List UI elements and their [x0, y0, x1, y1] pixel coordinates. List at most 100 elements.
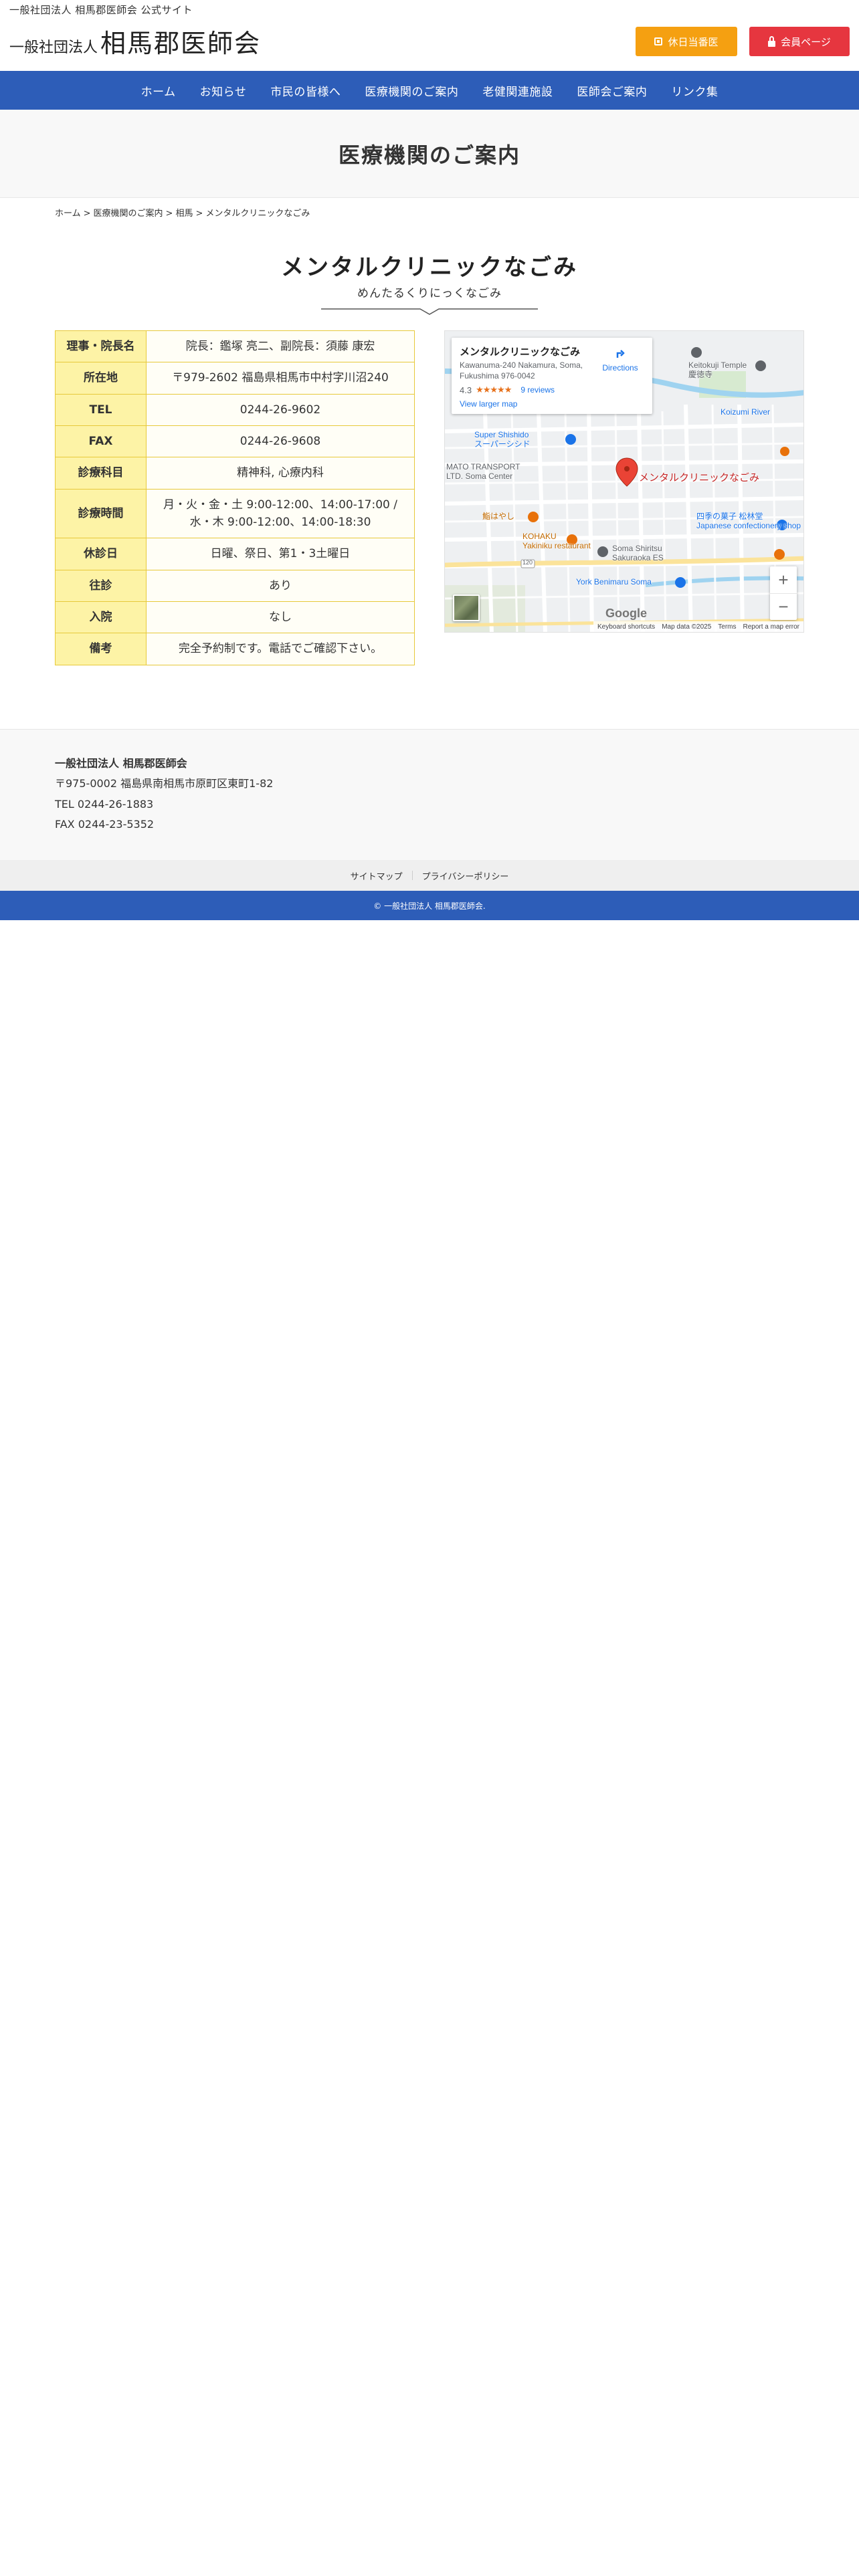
footer-org: 一般社団法人 相馬郡医師会 — [55, 757, 187, 770]
member-button-label: 会員ページ — [781, 35, 831, 48]
table-row: 往診 あり — [55, 569, 415, 603]
footer-address: 〒975-0002 福島県南相馬市原町区東町1-82 — [55, 777, 274, 790]
breadcrumb-home[interactable]: ホーム — [55, 209, 81, 219]
row-value: 0244-26-9608 — [146, 425, 415, 458]
breadcrumb-sep: > — [165, 209, 173, 219]
row-label: 休診日 — [55, 538, 147, 570]
nav-item-association[interactable]: 医師会ご案内 — [565, 82, 659, 99]
map-label-text: Soma Shiritsu — [612, 544, 662, 553]
map-label-text: LTD. Soma Center — [446, 471, 513, 481]
table-row: 診療時間 月・火・金・土 9:00-12:00、14:00-17:00 / 水・木… — [55, 488, 415, 539]
holiday-button-label: 休日当番医 — [668, 35, 719, 48]
footer-fax: FAX 0244-23-5352 — [55, 818, 155, 831]
breadcrumb-soma[interactable]: 相馬 — [175, 209, 193, 219]
holiday-doctor-button[interactable]: 休日当番医 — [636, 27, 737, 56]
logo-small-text: 一般社団法人 — [9, 39, 98, 56]
map-label-text: Super Shishido — [474, 430, 529, 439]
nav-item-links[interactable]: リンク集 — [659, 82, 730, 99]
nav-item-elderly-facilities[interactable]: 老健関連施設 — [470, 82, 565, 99]
breadcrumb-sep: > — [83, 209, 91, 219]
map-label-york: York Benimaru Soma — [576, 577, 652, 586]
satellite-toggle[interactable] — [453, 595, 480, 621]
clinic-name: メンタルクリニックなごみ — [281, 254, 578, 281]
nav-item-news[interactable]: お知らせ — [188, 82, 259, 99]
google-logo: Google — [605, 607, 647, 620]
sitemap-link[interactable]: サイトマップ — [341, 869, 412, 882]
site-tagline: 一般社団法人 相馬郡医師会 公式サイト — [9, 4, 193, 16]
star-icon: ★★★★★ — [476, 385, 512, 395]
directions-label: Directions — [602, 363, 638, 372]
breadcrumb-current: メンタルクリニックなごみ — [205, 209, 310, 219]
map-pin-label[interactable]: メンタルクリニックなごみ — [639, 470, 759, 484]
map-place-card: メンタルクリニックなごみ Kawanuma-240 Nakamura, Soma… — [452, 338, 652, 414]
map-label-restaurant: 鮨はやし — [482, 512, 515, 521]
map-attribution: Keyboard shortcuts Map data ©2025 Terms … — [593, 621, 803, 632]
title-divider — [321, 308, 538, 315]
nav-item-home[interactable]: ホーム — [129, 82, 188, 99]
map-label-route: 120 — [522, 559, 533, 566]
table-row: TEL 0244-26-9602 — [55, 393, 415, 427]
map-label-sakuraoka: Soma Shiritsu Sakuraoka ES — [612, 544, 664, 563]
map-label-super-shishido: Super Shishido スーパーシシド — [474, 430, 531, 449]
map-label-text: KOHAKU — [522, 532, 557, 541]
member-page-button[interactable]: 会員ページ — [749, 27, 850, 56]
row-value: 完全予約制です。電話でご確認下さい。 — [146, 633, 415, 665]
table-row: FAX 0244-26-9608 — [55, 425, 415, 458]
clinic-kana: めんたるくりにっくなごみ — [357, 287, 502, 300]
row-label: 理事・院長名 — [55, 330, 147, 363]
map-label-kohaku: KOHAKU Yakiniku restaurant — [522, 532, 591, 551]
breadcrumb-sep: > — [195, 209, 203, 219]
map-label-text: MATO TRANSPORT — [446, 462, 520, 471]
lock-icon — [768, 35, 776, 47]
map-place-address: Kawanuma-240 Nakamura, Soma, Fukushima 9… — [460, 360, 583, 381]
row-label: 診療科目 — [55, 457, 147, 490]
page-title-band: 医療機関のご案内 — [0, 110, 859, 198]
row-label: 備考 — [55, 633, 147, 665]
square-icon — [654, 37, 663, 45]
reviews-link[interactable]: 9 reviews — [520, 385, 555, 395]
main-nav: ホーム お知らせ 市民の皆様へ 医療機関のご案内 老健関連施設 医師会ご案内 リ… — [0, 71, 859, 110]
zoom-out-button[interactable]: − — [770, 593, 797, 620]
row-label: 往診 — [55, 569, 147, 603]
footer-links: サイトマップ プライバシーポリシー — [0, 860, 859, 891]
logo-big-text: 相馬郡医師会 — [100, 29, 262, 58]
map-label-text: 慶徳寺 — [688, 370, 713, 380]
rating-value: 4.3 — [460, 385, 472, 395]
breadcrumb: ホーム > 医療機関のご案内 > 相馬 > メンタルクリニックなごみ — [55, 206, 310, 219]
table-row: 休診日 日曜、祭日、第1・3土曜日 — [55, 538, 415, 570]
breadcrumb-medical[interactable]: 医療機関のご案内 — [94, 209, 163, 219]
copyright: © 一般社団法人 相馬郡医師会. — [0, 891, 859, 920]
nav-item-citizens[interactable]: 市民の皆様へ — [258, 82, 353, 99]
map-label-text: Japanese confectionery shop — [696, 521, 801, 531]
row-label: FAX — [55, 425, 147, 458]
row-value: 日曜、祭日、第1・3土曜日 — [146, 538, 415, 570]
map-label-text: スーパーシシド — [474, 439, 531, 449]
map-label-mato: MATO TRANSPORT LTD. Soma Center — [446, 462, 520, 481]
nav-item-medical-institutions[interactable]: 医療機関のご案内 — [353, 82, 470, 99]
site-logo[interactable]: 一般社団法人 相馬郡医師会 — [9, 23, 261, 60]
zoom-in-button[interactable]: + — [770, 566, 797, 593]
map-label-shiki: 四季の菓子 松林堂 Japanese confectionery shop — [696, 512, 801, 531]
terms-link[interactable]: Terms — [718, 623, 736, 631]
larger-map-link[interactable]: View larger map — [460, 399, 644, 409]
table-row: 理事・院長名 院長：鑑塚 亮二、副院長：須藤 康宏 — [55, 330, 415, 363]
map-zoom-controls: + − — [770, 566, 797, 620]
map-label-text: 四季の菓子 松林堂 — [696, 512, 763, 521]
row-value: 精神科, 心療内科 — [146, 457, 415, 490]
row-value: あり — [146, 569, 415, 603]
row-value: 月・火・金・土 9:00-12:00、14:00-17:00 / 水・木 9:0… — [146, 488, 415, 539]
google-map[interactable]: Keitokuji Temple 慶徳寺 Koizumi River Super … — [444, 330, 804, 633]
footer-info: 一般社団法人 相馬郡医師会 〒975-0002 福島県南相馬市原町区東町1-82… — [0, 729, 859, 860]
row-label: 所在地 — [55, 362, 147, 395]
directions-button[interactable]: Directions — [600, 344, 640, 372]
row-value: なし — [146, 601, 415, 634]
row-label: TEL — [55, 393, 147, 427]
report-error-link[interactable]: Report a map error — [743, 623, 799, 631]
map-label-text: Sakuraoka ES — [612, 553, 664, 563]
keyboard-shortcuts-link[interactable]: Keyboard shortcuts — [597, 623, 655, 631]
table-row: 診療科目 精神科, 心療内科 — [55, 457, 415, 490]
row-value: 0244-26-9602 — [146, 393, 415, 427]
row-label: 入院 — [55, 601, 147, 634]
privacy-policy-link[interactable]: プライバシーポリシー — [413, 869, 518, 882]
table-row: 入院 なし — [55, 601, 415, 634]
